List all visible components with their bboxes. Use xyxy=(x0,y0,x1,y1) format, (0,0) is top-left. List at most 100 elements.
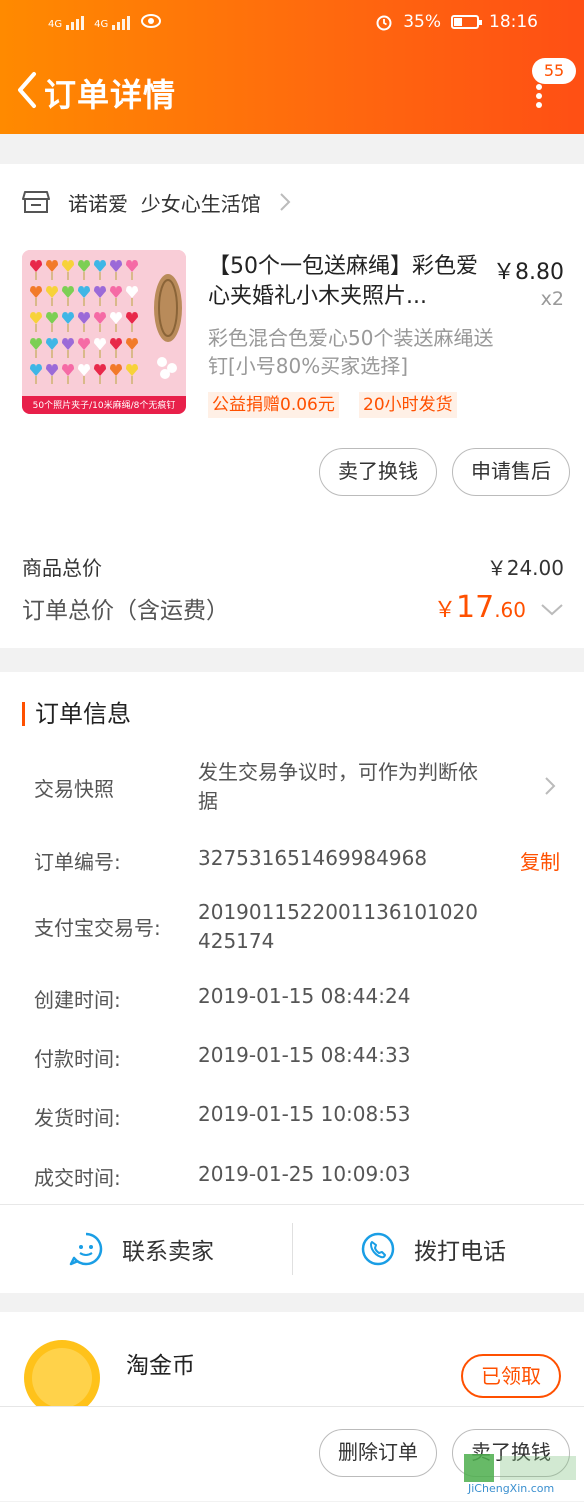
order-total-row[interactable]: 订单总价（含运费） ￥ 17 .60 xyxy=(22,590,564,625)
shipped-time-label: 发货时间: xyxy=(34,1106,121,1130)
product-price: ￥8.80 xyxy=(493,260,564,285)
page-title: 订单详情 xyxy=(44,76,177,114)
shop-icon xyxy=(22,191,50,213)
clip-peg-decoration xyxy=(83,376,85,384)
product-image[interactable]: 50个照片夹子/10米麻绳/8个无痕钉 xyxy=(22,250,186,414)
coin-icon xyxy=(24,1340,100,1412)
clip-peg-decoration xyxy=(131,350,133,358)
clip-peg-decoration xyxy=(115,376,117,384)
clip-peg-decoration xyxy=(67,376,69,384)
clip-peg-decoration xyxy=(67,324,69,332)
clip-peg-decoration xyxy=(115,272,117,280)
contact-bar: 联系卖家 拨打电话 xyxy=(0,1204,584,1293)
deal-time-value: 2019-01-25 10:09:03 xyxy=(198,1162,411,1186)
clock: 18:16 xyxy=(489,12,538,32)
clip-peg-decoration xyxy=(51,376,53,384)
clip-peg-decoration xyxy=(83,324,85,332)
battery-icon xyxy=(451,15,482,29)
phone-icon xyxy=(361,1232,395,1266)
paid-time-value: 2019-01-15 08:44:33 xyxy=(198,1043,411,1067)
goods-total-row: 商品总价 ￥24.00 xyxy=(22,552,564,581)
product-spec: 彩色混合色爱心50个装送麻绳送钉[小号80%买家选择] xyxy=(208,326,494,378)
clip-peg-decoration xyxy=(131,298,133,306)
clip-peg-decoration xyxy=(35,324,37,332)
clip-peg-decoration xyxy=(83,350,85,358)
goods-total-value: ￥24.00 xyxy=(486,556,564,580)
clip-peg-decoration xyxy=(35,298,37,306)
order-number-label: 订单编号: xyxy=(34,850,121,874)
paid-time-label: 付款时间: xyxy=(34,1047,121,1071)
clip-peg-decoration xyxy=(115,324,117,332)
alarm-icon xyxy=(376,15,392,31)
goods-total-label: 商品总价 xyxy=(22,556,102,580)
shop-name: 诺诺爱 少女心生活馆 xyxy=(68,191,261,216)
clip-peg-decoration xyxy=(115,298,117,306)
taojinbi-section: 淘金币 已领取 xyxy=(0,1312,584,1412)
shop-row[interactable]: 诺诺爱 少女心生活馆 xyxy=(22,184,291,220)
app-header: 4G 4G 35% 18:16 订单详情 55 xyxy=(0,0,584,134)
product-title[interactable]: 【50个一包送麻绳】彩色爱心夹婚礼小木夹照片... xyxy=(208,252,483,312)
order-info-card: 订单信息 交易快照 发生交易争议时，可作为判断依据 订单编号: 32753165… xyxy=(0,672,584,1204)
clip-peg-decoration xyxy=(99,376,101,384)
call-phone-label: 拨打电话 xyxy=(414,1239,506,1265)
order-info-title: 订单信息 xyxy=(22,702,131,726)
clip-peg-decoration xyxy=(99,298,101,306)
clip-peg-decoration xyxy=(83,272,85,280)
product-quantity: x2 xyxy=(540,288,564,310)
back-arrow-icon[interactable] xyxy=(12,68,48,112)
clip-peg-decoration xyxy=(83,298,85,306)
clip-peg-decoration xyxy=(67,272,69,280)
chat-icon xyxy=(69,1232,103,1266)
status-bar: 4G 4G 35% 18:16 xyxy=(0,0,584,44)
clip-peg-decoration xyxy=(131,376,133,384)
order-number-value: 327531651469984968 xyxy=(198,846,428,870)
charity-tag: 公益捐赠0.06元 xyxy=(208,392,339,418)
clip-peg-decoration xyxy=(67,350,69,358)
watermark-logo: JiChengXin.com xyxy=(462,1452,580,1498)
watermark-text: JiChengXin.com xyxy=(468,1482,555,1495)
alipay-number-value: 2019011522001136101020425174 xyxy=(198,900,478,953)
contact-divider xyxy=(292,1223,293,1275)
coin-title: 淘金币 xyxy=(126,1353,195,1379)
chevron-down-icon xyxy=(541,604,563,616)
clip-peg-decoration xyxy=(99,272,101,280)
message-badge: 55 xyxy=(532,58,576,84)
more-menu-icon[interactable] xyxy=(535,84,543,108)
clip-peg-decoration xyxy=(67,298,69,306)
order-total-label: 订单总价（含运费） xyxy=(22,597,229,624)
delete-order-button[interactable]: 删除订单 xyxy=(319,1429,437,1477)
after-sale-button[interactable]: 申请售后 xyxy=(452,448,570,496)
chevron-right-icon xyxy=(280,193,291,211)
created-time-value: 2019-01-15 08:44:24 xyxy=(198,984,411,1008)
eye-icon xyxy=(141,14,162,28)
clip-peg-decoration xyxy=(51,272,53,280)
clip-peg-decoration xyxy=(35,376,37,384)
clip-peg-decoration xyxy=(51,298,53,306)
chevron-right-icon xyxy=(545,777,556,795)
snapshot-label: 交易快照 xyxy=(34,777,114,801)
product-card: 诺诺爱 少女心生活馆 50个照片夹子/10米麻绳/8个无痕钉 【50个一包送麻绳… xyxy=(0,164,584,648)
clip-peg-decoration xyxy=(99,350,101,358)
clip-peg-decoration xyxy=(35,272,37,280)
created-time-label: 创建时间: xyxy=(34,988,121,1012)
clip-peg-decoration xyxy=(115,350,117,358)
alipay-number-label: 支付宝交易号: xyxy=(34,916,161,940)
shipping-tag: 20小时发货 xyxy=(359,392,457,418)
contact-seller-label: 联系卖家 xyxy=(122,1239,214,1265)
sell-exchange-button[interactable]: 卖了换钱 xyxy=(319,448,437,496)
product-image-caption: 50个照片夹子/10米麻绳/8个无痕钉 xyxy=(32,401,176,411)
clip-peg-decoration xyxy=(51,324,53,332)
shipped-time-value: 2019-01-15 10:08:53 xyxy=(198,1102,411,1126)
copy-button[interactable]: 复制 xyxy=(520,846,560,875)
clip-peg-decoration xyxy=(35,350,37,358)
deal-time-label: 成交时间: xyxy=(34,1166,121,1190)
call-phone-button[interactable]: 拨打电话 xyxy=(360,1205,506,1293)
clip-peg-decoration xyxy=(131,324,133,332)
order-total-value: ￥ 17 .60 xyxy=(434,590,564,625)
clip-peg-decoration xyxy=(99,324,101,332)
contact-seller-button[interactable]: 联系卖家 xyxy=(68,1205,214,1293)
coin-claim-button[interactable]: 已领取 xyxy=(461,1354,561,1398)
snapshot-value: 发生交易争议时，可作为判断依据 xyxy=(198,760,478,813)
signal-icon: 4G xyxy=(48,12,85,30)
battery-percent: 35% xyxy=(403,12,441,32)
